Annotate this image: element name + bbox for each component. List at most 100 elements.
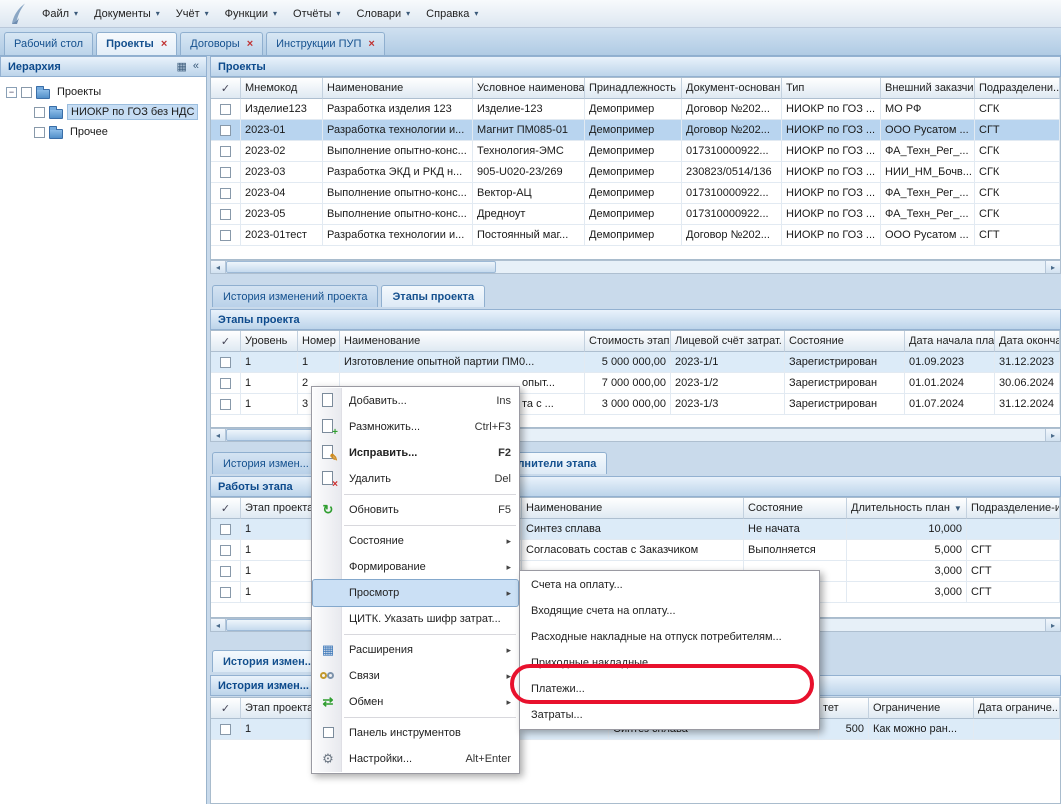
grid-cell[interactable]: 2023-1/1 — [671, 352, 785, 373]
grid-cell[interactable]: НИИ_НМ_Бочв... — [881, 162, 975, 183]
menu-item-view[interactable]: Просмотр ▸ — [313, 580, 518, 606]
scroll-right-icon[interactable]: ▸ — [1045, 619, 1060, 631]
grid-cell[interactable]: НИОКР по ГОЗ ... — [782, 141, 881, 162]
column-header[interactable]: Тип — [782, 78, 881, 99]
row-checkbox[interactable] — [220, 146, 231, 157]
row-checkbox[interactable] — [220, 587, 231, 598]
horizontal-scrollbar[interactable]: ◂ ▸ — [210, 260, 1061, 274]
grid-cell[interactable]: Технология-ЭМС — [473, 141, 585, 162]
grid-cell[interactable]: 1 — [241, 394, 298, 415]
project-row[interactable]: 2023-04Выполнение опытно-конс...Вектор-А… — [211, 183, 1060, 204]
grid-cell[interactable]: 017310000922... — [682, 204, 782, 225]
project-row[interactable]: Изделие123Разработка изделия 123Изделие-… — [211, 99, 1060, 120]
submenu-item-outgoing-waybills[interactable]: Расходные накладные на отпуск потребител… — [521, 624, 818, 650]
menu-item-file[interactable]: Файл▾ — [34, 3, 86, 25]
grid-cell[interactable]: 31.12.2024 — [995, 394, 1060, 415]
grid-cell[interactable]: 01.01.2024 — [905, 373, 995, 394]
grid-cell[interactable]: 1 — [241, 373, 298, 394]
grid-cell[interactable]: СГТ — [967, 582, 1060, 603]
grid-cell[interactable]: СГТ — [975, 120, 1060, 141]
column-header[interactable]: Ограничение — [869, 698, 974, 719]
grid-cell[interactable]: СГК — [975, 162, 1060, 183]
grid-cell[interactable]: Согласовать состав с Заказчиком — [522, 540, 744, 561]
menu-item-refresh[interactable]: ↻ Обновить F5 — [313, 497, 518, 523]
column-header[interactable]: Дата ограниче... — [974, 698, 1060, 719]
scroll-right-icon[interactable]: ▸ — [1045, 261, 1060, 273]
grid-cell[interactable]: СГК — [975, 141, 1060, 162]
grid-cell[interactable]: 01.07.2024 — [905, 394, 995, 415]
grid-cell[interactable]: 017310000922... — [682, 183, 782, 204]
menu-item-formation[interactable]: Формирование ▸ — [313, 554, 518, 580]
column-header[interactable]: тет — [819, 698, 869, 719]
project-row[interactable]: 2023-03Разработка ЭКД и РКД н...905-U020… — [211, 162, 1060, 183]
grid-cell[interactable]: ФА_Техн_Рег_... — [881, 141, 975, 162]
tree-checkbox[interactable] — [34, 127, 45, 138]
column-header[interactable]: Внешний заказчик — [881, 78, 975, 99]
column-header[interactable]: Наименование — [522, 498, 744, 519]
column-header[interactable]: Длительность план▼ — [847, 498, 967, 519]
scroll-left-icon[interactable]: ◂ — [211, 429, 226, 441]
grid-cell[interactable]: МО РФ — [881, 99, 975, 120]
row-checkbox[interactable] — [220, 188, 231, 199]
grid-cell[interactable]: 500 — [819, 719, 869, 740]
column-header-check[interactable]: ✓ — [211, 698, 241, 719]
grid-cell[interactable]: ФА_Техн_Рег_... — [881, 183, 975, 204]
grid-cell[interactable]: 905-U020-23/269 — [473, 162, 585, 183]
grid-cell[interactable]: 230823/0514/136 — [682, 162, 782, 183]
column-header[interactable]: Подразделение-исп... — [967, 498, 1060, 519]
menu-item-citk-cost-code[interactable]: ЦИТК. Указать шифр затрат... — [313, 606, 518, 632]
grid-cell[interactable]: Демопример — [585, 99, 682, 120]
tab-contracts[interactable]: Договоры× — [180, 32, 263, 55]
grid-cell[interactable]: Демопример — [585, 141, 682, 162]
row-checkbox[interactable] — [220, 545, 231, 556]
tree-checkbox[interactable] — [21, 87, 32, 98]
column-header[interactable]: Уровень — [241, 331, 298, 352]
grid-cell[interactable]: 1 — [241, 352, 298, 373]
menu-item-help[interactable]: Справка▾ — [418, 3, 486, 25]
stage-row[interactable]: 11Изготовление опытной партии ПМ0...5 00… — [211, 352, 1060, 373]
grid-cell[interactable]: 3,000 — [847, 561, 967, 582]
grid-cell[interactable]: НИОКР по ГОЗ ... — [782, 120, 881, 141]
row-checkbox[interactable] — [220, 230, 231, 241]
grid-cell[interactable]: НИОКР по ГОЗ ... — [782, 183, 881, 204]
row-checkbox[interactable] — [220, 104, 231, 115]
close-icon[interactable]: × — [247, 39, 253, 50]
close-icon[interactable]: × — [161, 39, 167, 50]
column-header[interactable]: Условное наименова — [473, 78, 585, 99]
grid-cell[interactable]: ФА_Техн_Рег_... — [881, 204, 975, 225]
menu-item-accounting[interactable]: Учёт▾ — [168, 3, 217, 25]
grid-cell[interactable]: 10,000 — [847, 519, 967, 540]
scroll-thumb[interactable] — [226, 261, 496, 273]
row-checkbox[interactable] — [220, 378, 231, 389]
grid-cell[interactable]: 2023-01 — [241, 120, 323, 141]
grid-cell[interactable]: Демопример — [585, 183, 682, 204]
tab-work-history[interactable]: История измен... — [212, 650, 325, 672]
project-row[interactable]: 2023-02Выполнение опытно-конс...Технолог… — [211, 141, 1060, 162]
column-header[interactable]: Наименование — [340, 331, 585, 352]
column-header[interactable]: Принадлежность — [585, 78, 682, 99]
grid-cell[interactable]: ООО Русатом ... — [881, 225, 975, 246]
grid-cell[interactable]: 31.12.2023 — [995, 352, 1060, 373]
column-header-check[interactable]: ✓ — [211, 498, 241, 519]
grid-cell[interactable]: Синтез сплава — [522, 519, 744, 540]
grid-cell[interactable]: 3,000 — [847, 582, 967, 603]
menu-item-exchange[interactable]: ⇄ Обмен ▸ — [313, 689, 518, 715]
submenu-item-payments[interactable]: Платежи... — [521, 676, 818, 702]
column-header[interactable]: Дата начала план — [905, 331, 995, 352]
column-header[interactable]: Наименование — [323, 78, 473, 99]
scroll-right-icon[interactable]: ▸ — [1045, 429, 1060, 441]
grid-cell[interactable]: 2023-1/2 — [671, 373, 785, 394]
grid-cell[interactable]: СГК — [975, 99, 1060, 120]
menu-item-delete[interactable]: × Удалить Del — [313, 466, 518, 492]
menu-item-state[interactable]: Состояние ▸ — [313, 528, 518, 554]
grid-cell[interactable]: Разработка технологии и... — [323, 225, 473, 246]
grid-cell[interactable]: Магнит ПМ085-01 — [473, 120, 585, 141]
grid-cell[interactable]: Разработка ЭКД и РКД н... — [323, 162, 473, 183]
tab-project-history[interactable]: История изменений проекта — [212, 285, 378, 307]
tab-instructions[interactable]: Инструкции ПУП× — [266, 32, 385, 55]
menu-item-extensions[interactable]: ▦ Расширения ▸ — [313, 637, 518, 663]
grid-cell[interactable]: СГК — [975, 183, 1060, 204]
scroll-left-icon[interactable]: ◂ — [211, 619, 226, 631]
locate-icon[interactable]: ▦ — [176, 60, 186, 73]
tree-node-projects[interactable]: − Проекты — [0, 82, 206, 102]
